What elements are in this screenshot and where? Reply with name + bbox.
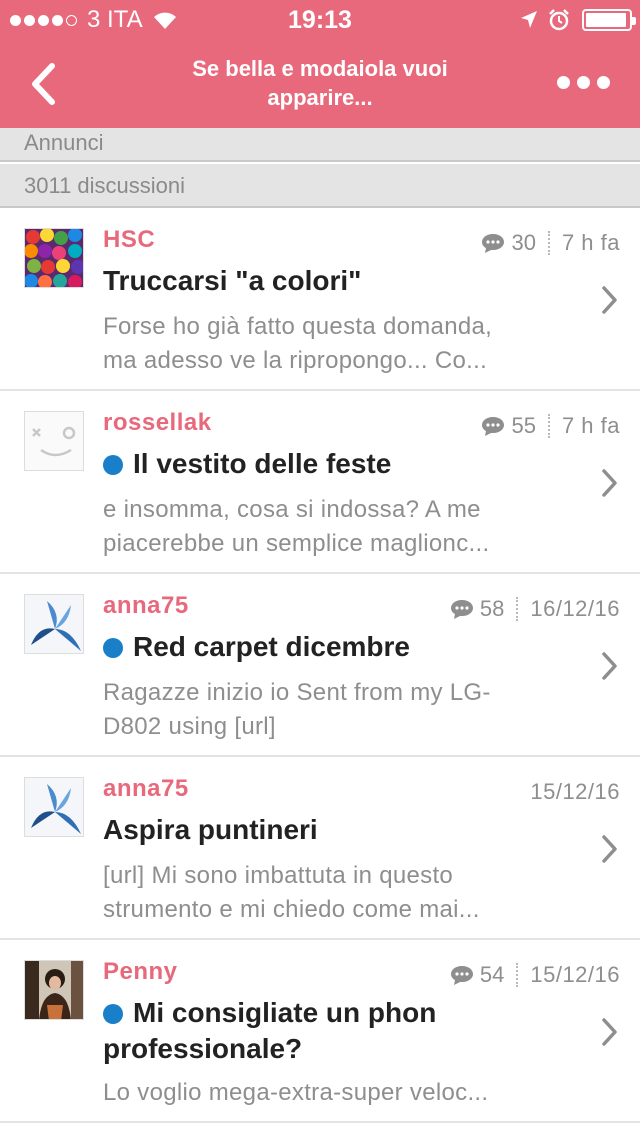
announcements-section[interactable]: Annunci xyxy=(0,128,640,162)
avatar xyxy=(24,960,84,1020)
thread-title-text: Red carpet dicembre xyxy=(133,631,410,662)
avatar xyxy=(24,594,84,654)
meta-divider xyxy=(516,597,519,621)
thread-preview: ma adesso ve la ripropongo... Co... xyxy=(103,347,488,374)
thread-meta: 30 7 h fa xyxy=(481,228,620,258)
unread-dot-icon xyxy=(103,638,123,658)
battery-icon xyxy=(582,9,636,31)
thread-meta: 54 15/12/16 xyxy=(450,960,620,990)
meta-divider xyxy=(547,231,550,255)
reply-count: 55 xyxy=(511,413,536,438)
thread-author[interactable]: HSC xyxy=(103,226,155,254)
thread-preview: Forse ho già fatto questa domanda, xyxy=(103,313,493,340)
comment-bubble-icon xyxy=(450,600,473,619)
thread-preview: e insomma, cosa si indossa? A me xyxy=(103,496,481,523)
thread-date: 15/12/16 xyxy=(530,779,620,804)
chevron-right-icon xyxy=(602,469,617,497)
chevron-right-icon xyxy=(602,286,617,314)
thread-row[interactable]: Penny 54 15/12/16 Mi consigliate un phon… xyxy=(0,940,640,1123)
thread-meta: 15/12/16 xyxy=(530,777,620,807)
thread-date: 16/12/16 xyxy=(530,596,620,621)
thread-preview: strumento e mi chiedo come mai... xyxy=(103,896,480,923)
thread-author[interactable]: anna75 xyxy=(103,775,189,803)
portrait-avatar-icon xyxy=(25,961,83,1019)
thread-preview: piacerebbe un semplice maglionc... xyxy=(103,530,490,557)
discussion-count: 3011 discussioni xyxy=(0,164,640,208)
comment-bubble-icon xyxy=(450,966,473,985)
thread-title-line2: professionale? xyxy=(103,1033,303,1064)
ellipsis-dot-icon xyxy=(577,75,590,89)
reply-count: 58 xyxy=(479,596,505,621)
thread-title-text: Aspira puntineri xyxy=(103,814,318,845)
thread-title: Aspira puntineri xyxy=(103,811,573,849)
thread-title: Mi consigliate un phon xyxy=(103,994,573,1032)
thread-preview: [url] Mi sono imbattuta in questo xyxy=(103,862,454,889)
comment-bubble-icon xyxy=(482,234,505,253)
butterfly-avatar-icon xyxy=(25,595,83,653)
thread-list: HSC 30 7 h fa Truccarsi "a colori" Forse… xyxy=(0,208,640,1123)
thread-preview: D802 using [url] xyxy=(103,713,276,740)
more-options-button[interactable] xyxy=(550,72,610,92)
chevron-right-icon xyxy=(602,1018,617,1046)
thread-author[interactable]: anna75 xyxy=(103,592,189,620)
thread-title: Red carpet dicembre xyxy=(103,628,573,666)
app-header: 3 ITA 19:13 Se bella e modaiola vuoi app… xyxy=(0,0,640,128)
alarm-icon xyxy=(549,9,569,31)
thread-preview: Lo voglio mega-extra-super veloc... xyxy=(103,1079,489,1106)
unread-dot-icon xyxy=(103,455,123,475)
avatar xyxy=(24,777,84,837)
ellipsis-dot-icon xyxy=(557,75,570,89)
thread-row[interactable]: HSC 30 7 h fa Truccarsi "a colori" Forse… xyxy=(0,208,640,391)
default-face-avatar-icon xyxy=(25,412,83,470)
thread-row[interactable]: rossellak 55 7 h fa Il vestito delle fes… xyxy=(0,391,640,574)
thread-meta: 55 7 h fa xyxy=(481,411,620,441)
thread-title-text: Truccarsi "a colori" xyxy=(103,265,362,296)
meta-divider xyxy=(516,963,519,987)
thread-title-text: Mi consigliate un phon xyxy=(133,997,437,1028)
reply-count: 54 xyxy=(479,962,505,987)
thread-row[interactable]: anna75 15/12/16 Aspira puntineri [url] M… xyxy=(0,757,640,940)
avatar xyxy=(24,411,84,471)
thread-title: Il vestito delle feste xyxy=(103,445,573,483)
butterfly-avatar-icon xyxy=(25,778,83,836)
avatar xyxy=(24,228,84,288)
ellipsis-dot-icon xyxy=(597,75,610,89)
unread-dot-icon xyxy=(103,1004,123,1024)
thread-date: 7 h fa xyxy=(561,230,620,255)
thread-title: Truccarsi "a colori" xyxy=(103,262,573,300)
thread-meta: 58 16/12/16 xyxy=(450,594,620,624)
thread-title-text: Il vestito delle feste xyxy=(133,448,392,479)
thread-date: 15/12/16 xyxy=(530,962,620,987)
meta-divider xyxy=(547,414,550,438)
nav-bar: Se bella e modaiola vuoi apparire... xyxy=(0,40,640,128)
comment-bubble-icon xyxy=(482,417,505,436)
thread-author[interactable]: Penny xyxy=(103,958,178,986)
reply-count: 30 xyxy=(511,230,536,255)
location-arrow-icon xyxy=(521,11,537,28)
page-title: Se bella e modaiola vuoi apparire... xyxy=(192,56,448,110)
back-button[interactable] xyxy=(22,60,70,108)
thread-row[interactable]: anna75 58 16/12/16 Red carpet dicembre R… xyxy=(0,574,640,757)
thread-author[interactable]: rossellak xyxy=(103,409,212,437)
status-icons xyxy=(510,8,636,32)
chevron-right-icon xyxy=(602,652,617,680)
thread-date: 7 h fa xyxy=(561,413,620,438)
chevron-right-icon xyxy=(602,835,617,863)
battery-level xyxy=(586,13,626,27)
thread-preview: Ragazze inizio io Sent from my LG- xyxy=(103,679,491,706)
status-bar: 3 ITA 19:13 xyxy=(0,0,640,40)
colorful-hearts-avatar-icon xyxy=(25,229,83,287)
